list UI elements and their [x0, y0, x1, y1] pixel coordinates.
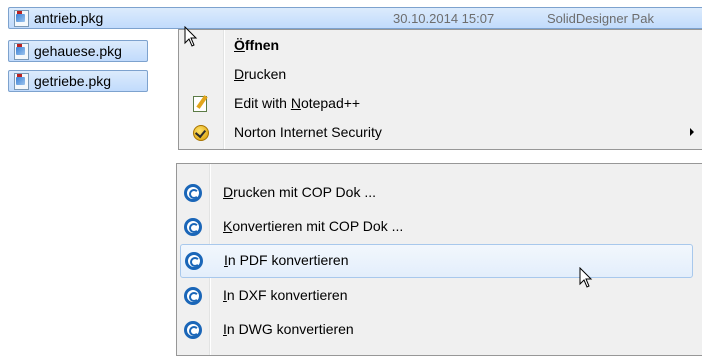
package-file-icon: [13, 73, 29, 90]
mouse-pointer-icon: [579, 267, 593, 289]
menu-item-convert-dwg[interactable]: In DWG konvertieren: [177, 313, 702, 347]
menu-item-label: In DXF konvertieren: [223, 287, 348, 303]
cop-dok-icon: [184, 218, 202, 236]
menu-item-convert-pdf[interactable]: In PDF konvertieren: [180, 244, 693, 278]
menu-item-label: Öffnen: [234, 37, 280, 53]
file-name: getriebe.pkg: [34, 73, 112, 89]
menu-item-label: Norton Internet Security: [234, 124, 382, 140]
cop-dok-icon: [184, 184, 202, 202]
menu-item-convert-cop[interactable]: Konvertieren mit COP Dok ...: [177, 210, 702, 244]
submenu-arrow-icon: [690, 128, 694, 136]
context-menu: Öffnen Drucken Edit with Notepad++ Norto…: [178, 29, 702, 150]
cop-dok-icon: [185, 252, 203, 270]
menu-item-convert-dxf[interactable]: In DXF konvertieren: [177, 279, 702, 313]
menu-item-label: Drucken mit COP Dok ...: [223, 184, 377, 200]
menu-item-label: Drucken: [234, 66, 287, 82]
norton-icon: [192, 124, 209, 141]
package-file-icon: [13, 10, 29, 27]
menu-item-label: Edit with Notepad++: [234, 95, 361, 111]
file-date: 30.10.2014 15:07: [393, 11, 495, 26]
cop-dok-icon: [184, 321, 202, 339]
cop-context-menu: Drucken mit COP Dok ... Konvertieren mit…: [176, 163, 702, 356]
menu-item-label: In PDF konvertieren: [224, 252, 349, 268]
menu-item-norton[interactable]: Norton Internet Security: [179, 120, 702, 146]
menu-item-label: In DWG konvertieren: [223, 321, 354, 337]
file-name: gehauese.pkg: [34, 43, 122, 59]
file-name: antrieb.pkg: [34, 10, 104, 26]
file-row-gehauese[interactable]: gehauese.pkg: [8, 40, 148, 62]
mouse-pointer-icon: [184, 26, 198, 48]
package-file-icon: [13, 43, 29, 60]
file-row-getriebe[interactable]: getriebe.pkg: [8, 70, 148, 92]
file-row-antrieb[interactable]: antrieb.pkg 30.10.2014 15:07 SolidDesign…: [8, 7, 702, 29]
menu-item-print[interactable]: Drucken: [179, 62, 702, 88]
menu-item-open[interactable]: Öffnen: [179, 33, 702, 59]
menu-item-print-cop[interactable]: Drucken mit COP Dok ...: [177, 176, 702, 210]
file-type: SolidDesigner Pak: [547, 11, 654, 26]
cop-dok-icon: [184, 287, 202, 305]
notepad-plus-plus-icon: [192, 95, 209, 112]
menu-item-label: Konvertieren mit COP Dok ...: [223, 218, 404, 234]
menu-item-edit-notepad[interactable]: Edit with Notepad++: [179, 91, 702, 117]
